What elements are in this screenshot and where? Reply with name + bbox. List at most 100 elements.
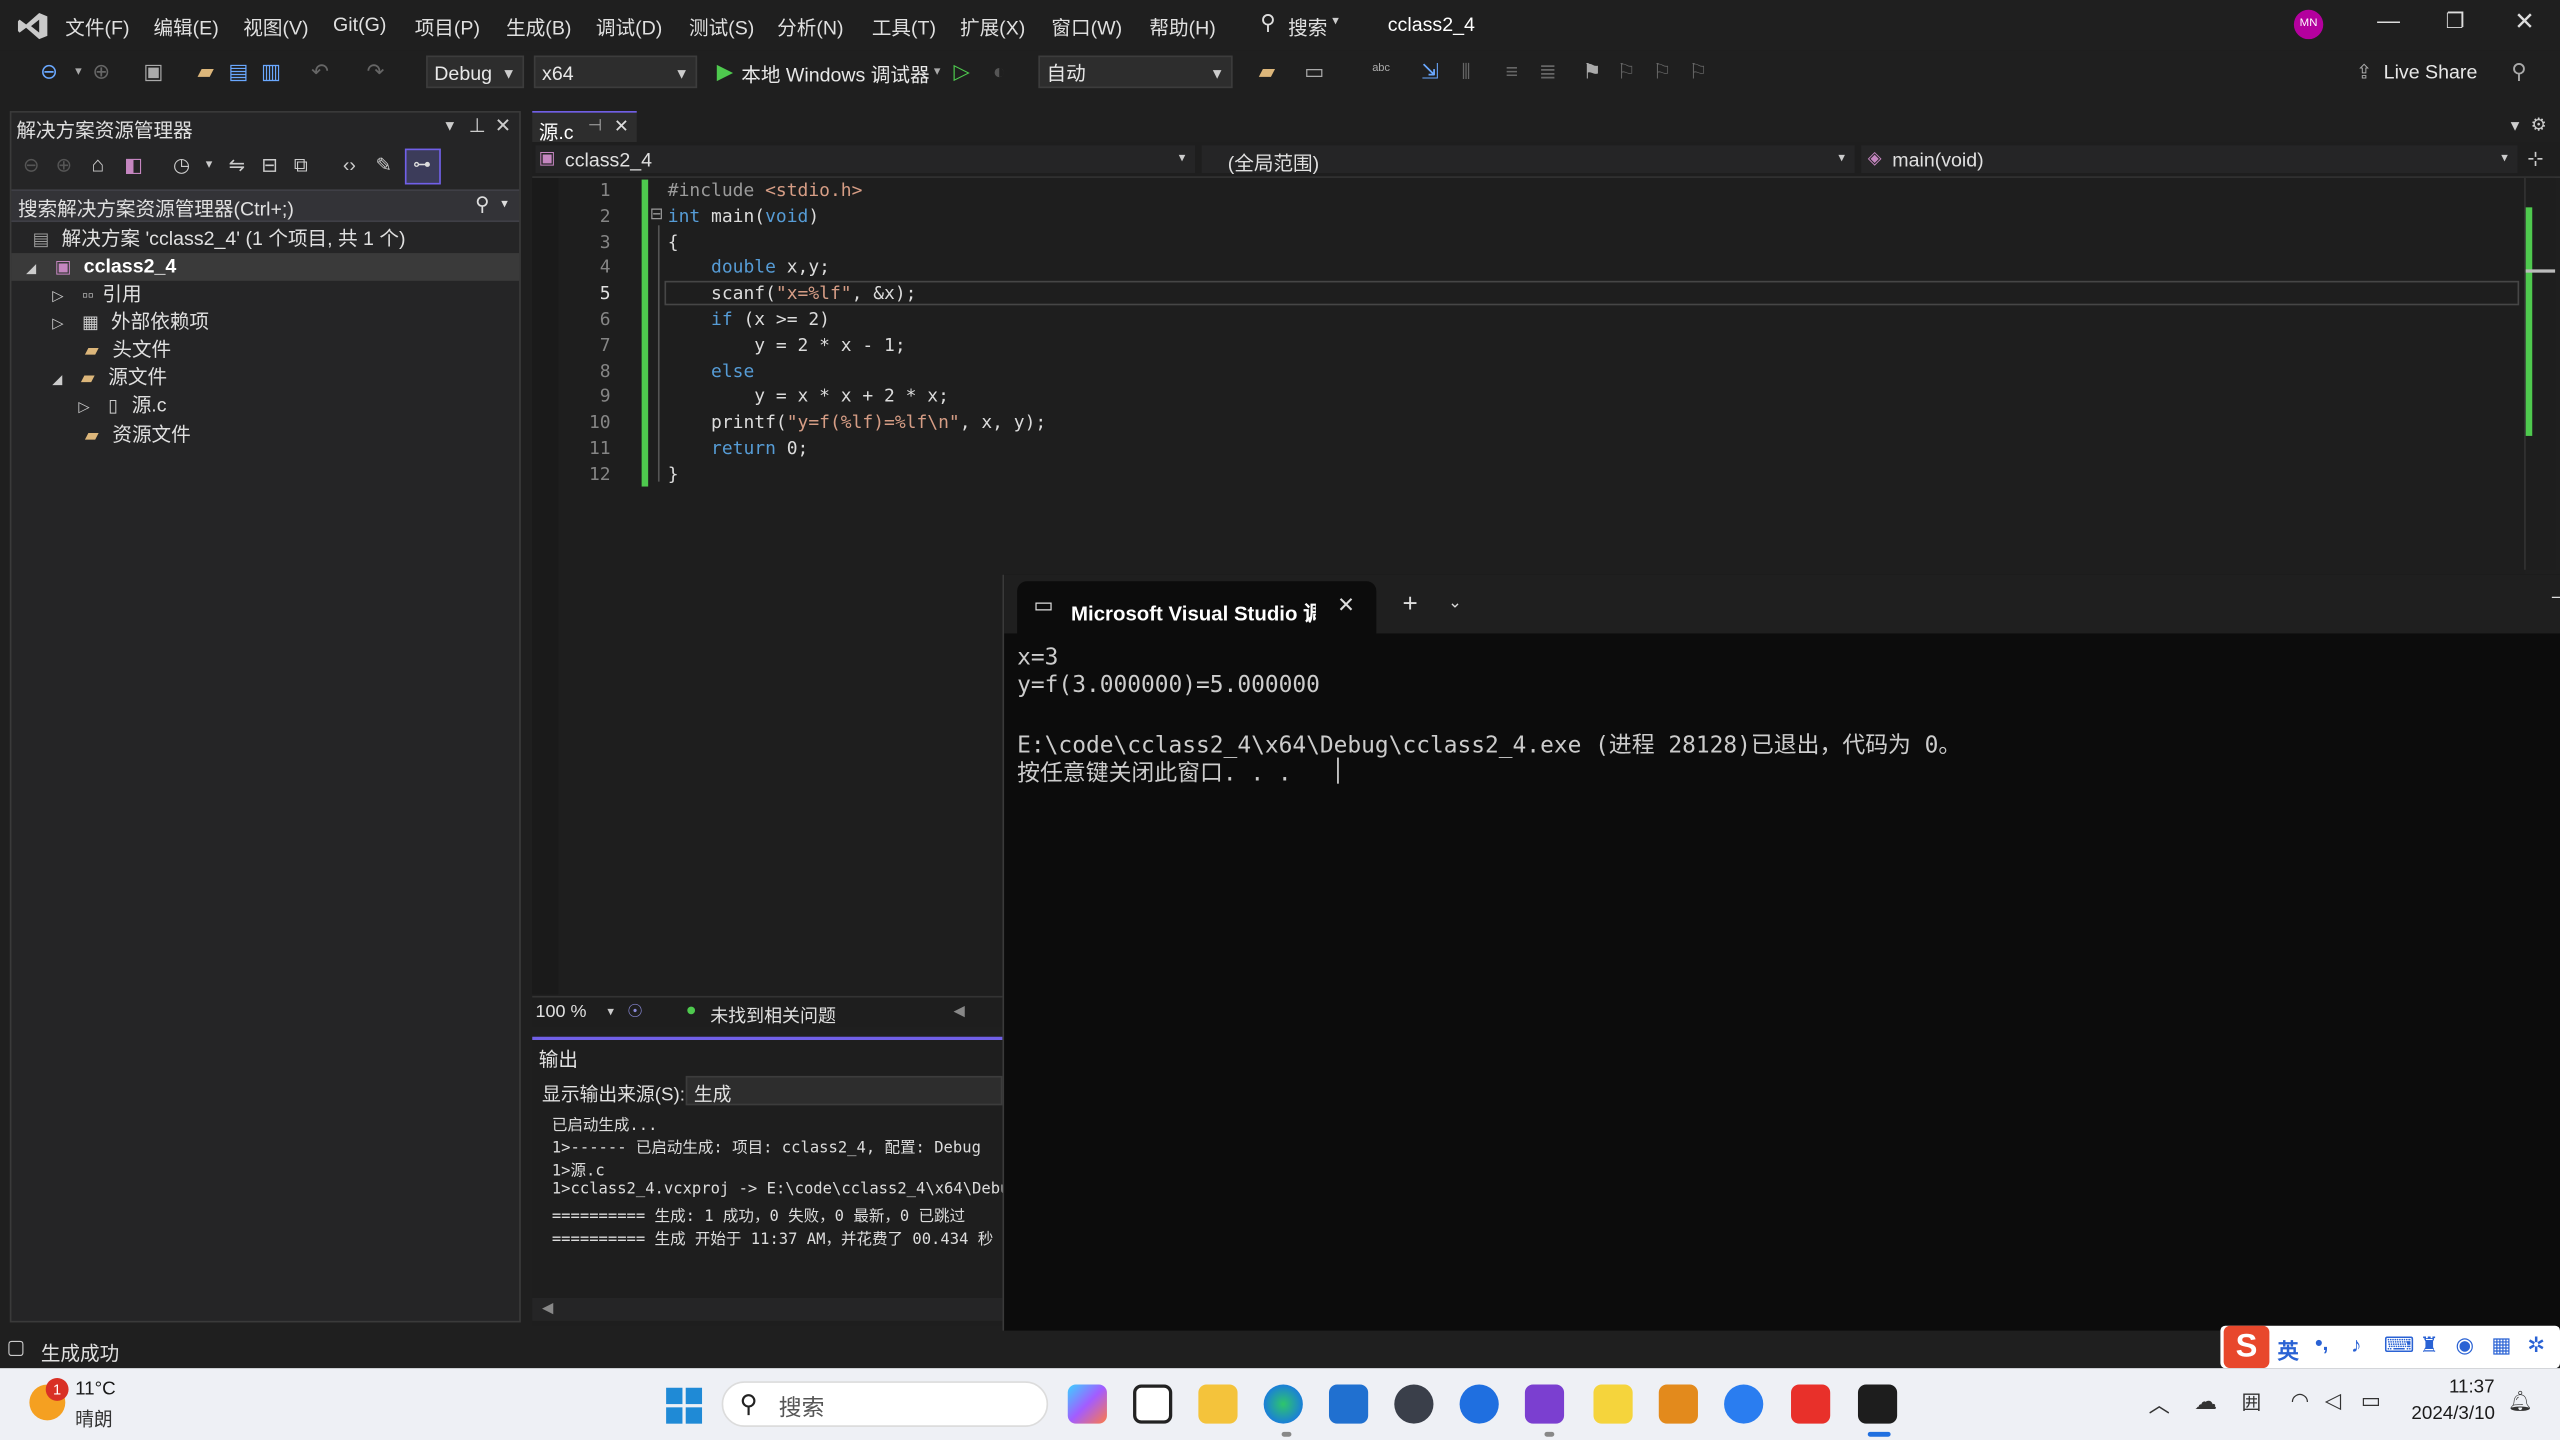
chevron-down-icon[interactable]: ▼ — [442, 118, 457, 134]
spellcheck-icon[interactable]: ᵃᵇᶜ — [1368, 59, 1394, 85]
minimize-icon[interactable]: — — [2552, 584, 2560, 607]
game-icon[interactable]: ◉ — [2456, 1332, 2475, 1358]
code-line[interactable]: double x,y; — [668, 255, 830, 281]
code-line[interactable]: if (x >= 2) — [668, 307, 830, 333]
minimize-icon[interactable]: — — [2377, 7, 2400, 33]
code-line[interactable]: } — [668, 462, 679, 488]
collapse-all-icon[interactable]: ⊟ — [261, 153, 277, 176]
clear-bookmark-icon[interactable]: ⚐ — [1685, 59, 1711, 85]
tab-source-c[interactable]: 源.c ⊣ ✕ — [532, 111, 637, 144]
nav-scope-select[interactable]: (全局范围) ▾ — [1201, 145, 1855, 175]
preview-toggle[interactable]: ⊶ — [404, 148, 441, 185]
settings-icon[interactable]: ⚙ — [2531, 114, 2547, 136]
scroll-left-icon[interactable]: ◀ — [953, 1002, 964, 1020]
show-all-files-icon[interactable]: ⧉ — [294, 153, 308, 177]
meetings-icon[interactable] — [1724, 1384, 1764, 1424]
menu-item[interactable]: 生成(B) — [506, 13, 571, 41]
save-all-icon[interactable]: ▥ — [258, 59, 284, 85]
intellicode-icon[interactable]: ☉ — [627, 1001, 643, 1022]
keyboard-icon[interactable]: ⌨ — [2384, 1332, 2415, 1358]
code-line[interactable]: scanf("x=%lf", &x); — [668, 281, 916, 307]
next-bookmark-icon[interactable]: ⚐ — [1649, 59, 1675, 85]
edge-icon[interactable] — [1263, 1384, 1303, 1424]
tree-item-header-files[interactable]: ▰ 头文件 — [85, 336, 171, 364]
close-icon[interactable]: ✕ — [614, 116, 629, 138]
close-icon[interactable]: ✕ — [495, 114, 511, 137]
split-editor-icon[interactable]: ⊹ — [2527, 147, 2543, 170]
battery-icon[interactable]: ▭ — [2361, 1388, 2381, 1414]
back-icon[interactable]: ⊖ — [23, 153, 39, 176]
close-icon[interactable]: ✕ — [1337, 593, 1355, 619]
console-tab[interactable]: ▭ Microsoft Visual Studio 调试 ✕ — [1017, 581, 1377, 634]
code-line[interactable]: else — [668, 359, 754, 385]
auto-select[interactable]: 自动 ▼ — [1038, 55, 1233, 89]
menu-item[interactable]: 编辑(E) — [153, 13, 218, 41]
code-line[interactable]: return 0; — [668, 436, 808, 462]
volume-icon[interactable]: ◁ — [2325, 1388, 2341, 1414]
expand-arrow-icon[interactable]: ▷ — [52, 315, 63, 331]
nav-member-select[interactable]: ◈ main(void) ▾ — [1861, 145, 2518, 174]
wps-icon[interactable] — [1791, 1384, 1831, 1424]
share-icon[interactable]: ⇪ — [2351, 59, 2377, 85]
file-explorer-icon[interactable] — [1198, 1384, 1238, 1424]
output-horizontal-scrollbar[interactable]: ◀ — [532, 1297, 1003, 1321]
hot-reload-icon[interactable]: ◐ — [986, 59, 1012, 85]
collapse-arrow-icon[interactable]: ◢ — [26, 261, 36, 276]
solution-node[interactable]: ▤ 解决方案 'cclass2_4' (1 个项目, 共 1 个) — [33, 225, 406, 253]
history-icon[interactable]: ◷ — [173, 153, 190, 176]
forward-icon[interactable]: ⊕ — [56, 153, 72, 176]
settings-icon[interactable]: ✲ — [2527, 1332, 2545, 1358]
sync-icon[interactable]: ⇋ — [229, 153, 245, 176]
collapse-arrow-icon[interactable]: ◢ — [52, 372, 62, 387]
window-layout-icon[interactable]: ▭ — [1301, 59, 1327, 85]
wifi-icon[interactable]: ◠ — [2291, 1388, 2310, 1414]
properties-icon[interactable]: ✎ — [376, 153, 392, 176]
search-icon[interactable]: ⚲ — [1260, 10, 1276, 36]
zoom-level[interactable]: 100 % — [536, 1002, 587, 1022]
folder-icon[interactable]: ▰ — [1254, 59, 1280, 85]
pin-icon[interactable]: ⊥ — [469, 114, 486, 137]
code-view-icon[interactable]: ‹› — [343, 153, 356, 176]
ime-icon[interactable]: 囲 — [2242, 1388, 2262, 1416]
home-icon[interactable]: ⌂ — [91, 152, 104, 176]
comment-icon[interactable]: ≡ — [1499, 59, 1525, 85]
collapse-icon[interactable]: ⊟ — [650, 206, 664, 224]
code-line[interactable]: y = 2 * x - 1; — [668, 333, 905, 359]
pin-icon[interactable]: ⊣ — [588, 118, 602, 136]
back-icon[interactable]: ⊖ — [36, 59, 62, 85]
menu-item[interactable]: 工具(T) — [872, 13, 936, 41]
tree-item-source-c[interactable]: ▷ ▯ 源.c — [78, 392, 166, 420]
save-icon[interactable]: ▤ — [225, 59, 251, 85]
chevron-down-icon[interactable]: ▾ — [1332, 13, 1339, 28]
store-icon[interactable] — [1328, 1384, 1369, 1424]
project-node[interactable]: ◢ ▣ cclass2_4 — [26, 253, 176, 281]
chevron-down-icon[interactable]: ▾ — [206, 157, 213, 172]
visual-studio-icon[interactable] — [1524, 1384, 1565, 1424]
switch-view-icon[interactable]: ◧ — [124, 153, 143, 176]
chevron-down-icon[interactable]: ▾ — [607, 1004, 614, 1019]
menu-item[interactable]: 帮助(H) — [1149, 13, 1215, 41]
weather-desc[interactable]: 晴朗 — [75, 1406, 113, 1432]
menu-item[interactable]: 测试(S) — [689, 13, 754, 41]
close-icon[interactable]: ✕ — [2514, 7, 2535, 36]
terminal-icon[interactable] — [1857, 1384, 1898, 1424]
format-icon[interactable]: ⫴ — [1453, 59, 1479, 85]
scroll-left-icon[interactable]: ◀ — [542, 1300, 553, 1318]
search-label[interactable]: 搜索 — [1288, 13, 1327, 41]
debug-console-window[interactable]: ▭ Microsoft Visual Studio 调试 ✕ + ⌄ — x=3… — [1002, 574, 2560, 1369]
platform-select[interactable]: x64 ▼ — [533, 55, 698, 89]
output-source-select[interactable]: 生成 — [685, 1075, 1003, 1106]
skin-icon[interactable]: ♜ — [2420, 1332, 2439, 1358]
live-share-button[interactable]: Live Share — [2384, 60, 2478, 83]
run-debugger-button[interactable]: 本地 Windows 调试器 — [741, 60, 929, 88]
glyph-margin[interactable] — [532, 177, 559, 995]
run-icon[interactable]: ▶ — [712, 59, 738, 85]
tree-item-external-deps[interactable]: ▷ ▦ 外部依赖项 — [52, 309, 209, 337]
start-button[interactable] — [666, 1387, 703, 1424]
new-project-icon[interactable]: ▣ — [140, 59, 166, 85]
notification-bell-icon[interactable]: 🔔︎ — [2508, 1389, 2533, 1412]
chevron-down-icon[interactable]: ⌄ — [1448, 594, 1462, 612]
tree-item-references[interactable]: ▷ ▫▫ 引用 — [52, 281, 141, 309]
weather-temp[interactable]: 11°C — [75, 1380, 116, 1400]
uncomment-icon[interactable]: ≣ — [1535, 59, 1561, 85]
